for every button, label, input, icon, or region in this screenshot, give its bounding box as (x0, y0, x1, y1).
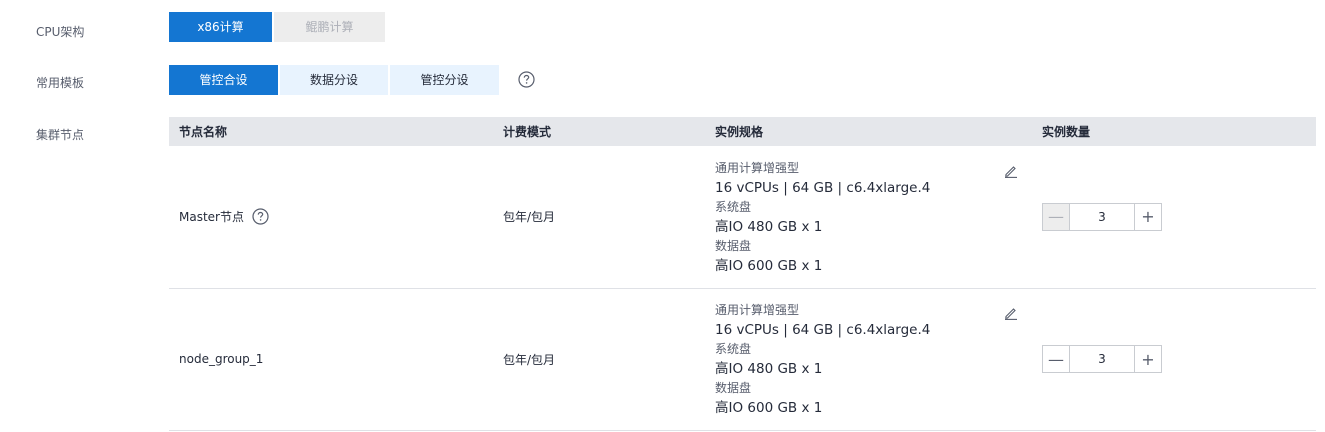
billing-mode: 包年/包月 (493, 288, 705, 431)
system-disk-label: 系统盘 (715, 342, 752, 356)
spec-type: 通用计算增强型 (715, 303, 800, 317)
spec-type: 通用计算增强型 (715, 160, 800, 175)
column-header-billing: 计费模式 (493, 117, 705, 146)
cpu-arch-selector: x86计算 鲲鹏计算 (169, 12, 385, 42)
spec-detail: 16 vCPUs | 64 GB | c6.4xlarge.4 (715, 179, 931, 196)
cpu-arch-label: CPU架构 (36, 25, 85, 39)
data-disk-label: 数据盘 (715, 238, 752, 253)
node-name-cell: node_group_1 (169, 288, 493, 431)
system-disk-value: 高IO 480 GB x 1 (715, 361, 823, 377)
system-disk-value: 高IO 480 GB x 1 (715, 218, 823, 235)
quantity-input[interactable]: 3 (1070, 346, 1134, 372)
question-circle-icon[interactable] (252, 208, 269, 225)
template-label: 常用模板 (36, 76, 85, 90)
count-cell: — 3 + (1032, 146, 1316, 289)
kunpeng-option-button[interactable]: 鲲鹏计算 (274, 12, 385, 42)
data-disk-label: 数据盘 (715, 381, 752, 395)
system-disk-label: 系统盘 (715, 199, 752, 214)
template-option-combined[interactable]: 管控合设 (169, 65, 278, 95)
billing-mode: 包年/包月 (493, 146, 705, 289)
x86-option-button[interactable]: x86计算 (169, 12, 272, 42)
decrement-button[interactable]: — (1043, 346, 1070, 372)
node-name: Master节点 (179, 210, 244, 225)
question-circle-icon[interactable] (518, 71, 535, 88)
cluster-nodes-label: 集群节点 (36, 128, 85, 142)
node-name-cell: Master节点 (169, 146, 493, 289)
column-header-spec: 实例规格 (705, 117, 1032, 146)
spec-detail: 16 vCPUs | 64 GB | c6.4xlarge.4 (715, 322, 931, 338)
data-disk-value: 高IO 600 GB x 1 (715, 257, 823, 274)
column-header-node-name: 节点名称 (169, 117, 493, 146)
template-option-mgmt-separate[interactable]: 管控分设 (390, 65, 499, 95)
spec-cell: 通用计算增强型 16 vCPUs | 64 GB | c6.4xlarge.4 … (705, 146, 1032, 289)
template-selector: 管控合设 数据分设 管控分设 (169, 65, 499, 95)
edit-icon[interactable] (1004, 306, 1018, 323)
increment-button[interactable]: + (1134, 346, 1161, 372)
quantity-input[interactable]: 3 (1070, 204, 1134, 230)
data-disk-value: 高IO 600 GB x 1 (715, 400, 823, 416)
quantity-stepper: — 3 + (1042, 202, 1162, 231)
cluster-nodes-table: 节点名称 计费模式 实例规格 实例数量 Master节点 包年/包月 通用计算增… (169, 117, 1316, 431)
decrement-button[interactable]: — (1043, 203, 1070, 230)
quantity-stepper: — 3 + (1042, 345, 1162, 373)
column-header-count: 实例数量 (1032, 117, 1316, 146)
table-row: Master节点 包年/包月 通用计算增强型 16 vCPUs | 64 GB … (169, 146, 1316, 289)
node-name: node_group_1 (179, 352, 264, 366)
increment-button[interactable]: + (1134, 203, 1161, 230)
spec-cell: 通用计算增强型 16 vCPUs | 64 GB | c6.4xlarge.4 … (705, 288, 1032, 431)
template-option-data-separate[interactable]: 数据分设 (280, 65, 388, 95)
count-cell: — 3 + (1032, 288, 1316, 431)
edit-icon[interactable] (1004, 164, 1018, 181)
table-row: node_group_1 包年/包月 通用计算增强型 16 vCPUs | 64… (169, 288, 1316, 431)
